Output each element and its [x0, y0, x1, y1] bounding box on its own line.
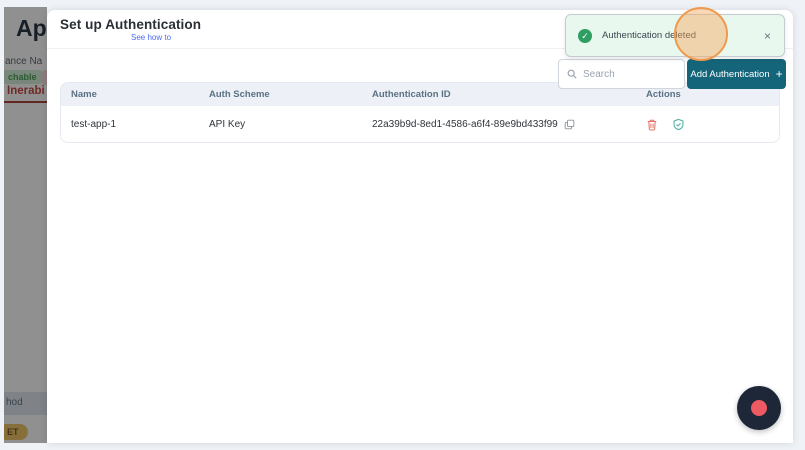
- header-name: Name: [71, 89, 97, 100]
- close-icon[interactable]: ×: [764, 29, 771, 43]
- cell-auth-scheme: API Key: [209, 118, 246, 130]
- header-authentication-id: Authentication ID: [372, 89, 451, 100]
- toast-notification: ✓ Authentication deleted ×: [565, 14, 785, 57]
- add-authentication-label: Add Authentication: [690, 68, 770, 80]
- verify-button[interactable]: [672, 118, 685, 131]
- table-row: test-app-1 API Key 22a39b9d-8ed1-4586-a6…: [61, 106, 779, 142]
- copy-icon[interactable]: [564, 119, 575, 130]
- search-input[interactable]: Search: [558, 59, 685, 89]
- authentication-table: Name Auth Scheme Authentication ID Actio…: [60, 82, 780, 143]
- search-placeholder: Search: [583, 68, 615, 80]
- delete-button[interactable]: [646, 118, 658, 131]
- record-dot-icon: [751, 400, 767, 416]
- cell-actions: [636, 118, 779, 131]
- modal-backdrop-overlay: [4, 7, 47, 443]
- success-check-icon: ✓: [578, 28, 592, 43]
- record-button[interactable]: [737, 386, 781, 430]
- trash-icon: [647, 119, 657, 131]
- cell-name: test-app-1: [71, 118, 117, 130]
- header-auth-scheme: Auth Scheme: [209, 89, 270, 100]
- screenshot-frame: App ance Na chable Inerabi hod ET Set up…: [4, 7, 793, 443]
- toast-message: Authentication deleted: [602, 30, 697, 41]
- plus-icon: +: [775, 67, 783, 81]
- header-actions: Actions: [646, 89, 681, 100]
- search-icon: [567, 69, 577, 79]
- cell-authentication-id: 22a39b9d-8ed1-4586-a6f4-89e9bd433f99: [372, 118, 558, 130]
- add-authentication-button[interactable]: Add Authentication +: [687, 59, 786, 89]
- page-title: Set up Authentication: [60, 17, 202, 32]
- shield-check-icon: [673, 118, 684, 130]
- background-page-strip: App ance Na chable Inerabi hod ET: [4, 7, 47, 443]
- see-how-to-link[interactable]: See how to: [131, 33, 171, 42]
- auth-setup-modal: Set up Authentication See how to ✓ Authe…: [47, 7, 793, 443]
